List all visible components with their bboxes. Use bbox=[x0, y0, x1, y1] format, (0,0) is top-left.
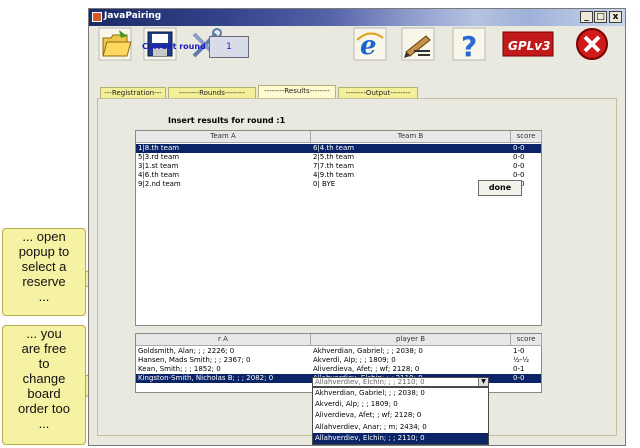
callout-line: ... bbox=[38, 289, 50, 304]
app-icon bbox=[92, 12, 102, 22]
table-row[interactable]: 5|3.rd team 2|5.th team 0-0 bbox=[136, 153, 541, 162]
callout-line: board bbox=[27, 386, 61, 401]
table-cell[interactable]: 0-0 bbox=[511, 374, 542, 383]
help-question-icon[interactable]: ? bbox=[451, 26, 487, 63]
maximize-button[interactable]: □ bbox=[594, 11, 607, 23]
reserve-popup-list: Akhverdian, Gabriel; ; ; 2038; 0 Akverdi,… bbox=[312, 387, 489, 445]
table-cell[interactable]: 1-0 bbox=[511, 347, 542, 356]
window-title: JavaPairing bbox=[104, 11, 162, 21]
popup-option[interactable]: Allahverdiev, Anar; ; m; 2434; 0 bbox=[313, 422, 488, 433]
header-player-a[interactable]: r A bbox=[136, 334, 311, 346]
table-cell[interactable]: Kean, Smith; ; ; 1852; 0 bbox=[136, 365, 311, 374]
table-cell[interactable]: 4|9.th team bbox=[311, 171, 511, 180]
callout-line: popup to bbox=[18, 244, 70, 259]
close-button[interactable]: x bbox=[609, 11, 622, 23]
callout-line: ... bbox=[38, 416, 50, 431]
table-cell[interactable]: 4|6.th team bbox=[136, 171, 311, 180]
header-team-a[interactable]: Team A bbox=[136, 131, 311, 143]
callout-open-popup: ... open popup to select a reserve ... bbox=[2, 228, 86, 316]
minimize-button[interactable]: _ bbox=[580, 11, 593, 23]
player-b-combobox[interactable]: Allahverdiev, Elchin; ; ; 2110; 0 ▼ bbox=[312, 377, 489, 387]
table-cell[interactable]: 1|8.th team bbox=[136, 144, 311, 153]
current-round-label: Current round bbox=[142, 42, 206, 51]
table-row[interactable]: 1|8.th team 6|4.th team 0-0 bbox=[136, 144, 541, 153]
table-cell[interactable]: 0-0 bbox=[511, 153, 542, 162]
callout-line: reserve bbox=[22, 274, 66, 289]
table-cell[interactable]: 5|3.rd team bbox=[136, 153, 311, 162]
done-button[interactable]: done bbox=[478, 180, 522, 196]
title-bar[interactable]: JavaPairing _ □ x bbox=[89, 9, 625, 26]
popup-option[interactable]: Aliverdieva, Afet; ; wf; 2128; 0 bbox=[313, 410, 488, 421]
header-player-score[interactable]: score bbox=[511, 334, 542, 346]
table-row[interactable]: Kean, Smith; ; ; 1852; 0 Aliverdieva, Afe… bbox=[136, 365, 541, 374]
exit-icon[interactable] bbox=[574, 26, 610, 62]
popup-option[interactable]: Akhverdian, Gabriel; ; ; 2038; 0 bbox=[313, 388, 488, 399]
table-row[interactable]: Goldsmith, Alan; ; ; 2226; 0 Akhverdian, … bbox=[136, 347, 541, 356]
table-cell[interactable]: 0-0 bbox=[511, 144, 542, 153]
header-score[interactable]: score bbox=[511, 131, 542, 143]
callout-line: order too bbox=[17, 401, 71, 416]
header-team-b[interactable]: Team B bbox=[311, 131, 511, 143]
table-cell[interactable]: 0-0 bbox=[511, 162, 542, 171]
table-cell[interactable]: 2|5.th team bbox=[311, 153, 511, 162]
open-folder-icon[interactable] bbox=[97, 26, 133, 62]
table-cell[interactable]: Akverdi, Alp; ; ; 1809; 0 bbox=[311, 356, 511, 365]
tab-results[interactable]: --------Results-------- bbox=[258, 85, 336, 99]
table-cell[interactable]: Goldsmith, Alan; ; ; 2226; 0 bbox=[136, 347, 311, 356]
svg-text:?: ? bbox=[461, 30, 477, 62]
table-cell[interactable]: Aliverdieva, Afet; ; wf; 2128; 0 bbox=[311, 365, 511, 374]
gpl3-label: GPLv3 bbox=[508, 39, 550, 53]
table-cell[interactable]: 6|4.th team bbox=[311, 144, 511, 153]
gpl3-license-icon[interactable]: GPLv3 bbox=[501, 26, 555, 62]
table-cell[interactable]: 0-1 bbox=[511, 365, 542, 374]
current-round-field[interactable]: 1 bbox=[209, 36, 249, 58]
callout-line: select a bbox=[21, 259, 67, 274]
internet-explorer-icon[interactable]: e bbox=[352, 26, 388, 62]
callout-board-order: ... you are free to change board order t… bbox=[2, 325, 86, 445]
table-cell[interactable]: 9|2.nd team bbox=[136, 180, 311, 189]
table-cell[interactable]: ½-½ bbox=[511, 356, 542, 365]
table-cell[interactable]: Hansen, Mads Smith; ; ; 2367; 0 bbox=[136, 356, 311, 365]
callout-line: ... open bbox=[22, 229, 66, 244]
team-results-table: Team A Team B score 1|8.th team 6|4.th te… bbox=[135, 130, 542, 326]
callout-line: to bbox=[38, 356, 50, 371]
table-cell[interactable]: 0-0 bbox=[511, 171, 542, 180]
table-cell[interactable]: 7|7.th team bbox=[311, 162, 511, 171]
table-row[interactable]: 3|1.st team 7|7.th team 0-0 bbox=[136, 162, 541, 171]
table-row[interactable]: Hansen, Mads Smith; ; ; 2367; 0 Akverdi, … bbox=[136, 356, 541, 365]
table-cell[interactable]: Kingston-Smith, Nicholas B; ; ; 2082; 0 bbox=[136, 374, 311, 383]
callout-line: ... you bbox=[26, 326, 62, 341]
insert-results-label: Insert results for round :1 bbox=[168, 116, 286, 125]
edit-script-icon[interactable] bbox=[400, 26, 436, 62]
table-row[interactable]: 4|6.th team 4|9.th team 0-0 bbox=[136, 171, 541, 180]
callout-line: are free bbox=[21, 341, 67, 356]
combobox-value: Allahverdiev, Elchin; ; ; 2110; 0 bbox=[315, 378, 425, 386]
callout-line: change bbox=[22, 371, 66, 386]
table-cell[interactable]: Akhverdian, Gabriel; ; ; 2038; 0 bbox=[311, 347, 511, 356]
header-player-b[interactable]: player B bbox=[311, 334, 511, 346]
popup-option[interactable]: Allahverdiev, Elchin; ; ; 2110; 0 bbox=[313, 432, 488, 444]
chevron-down-icon[interactable]: ▼ bbox=[478, 378, 488, 386]
table-cell[interactable]: 3|1.st team bbox=[136, 162, 311, 171]
popup-option[interactable]: Akverdi, Alp; ; ; 1809; 0 bbox=[313, 399, 488, 410]
